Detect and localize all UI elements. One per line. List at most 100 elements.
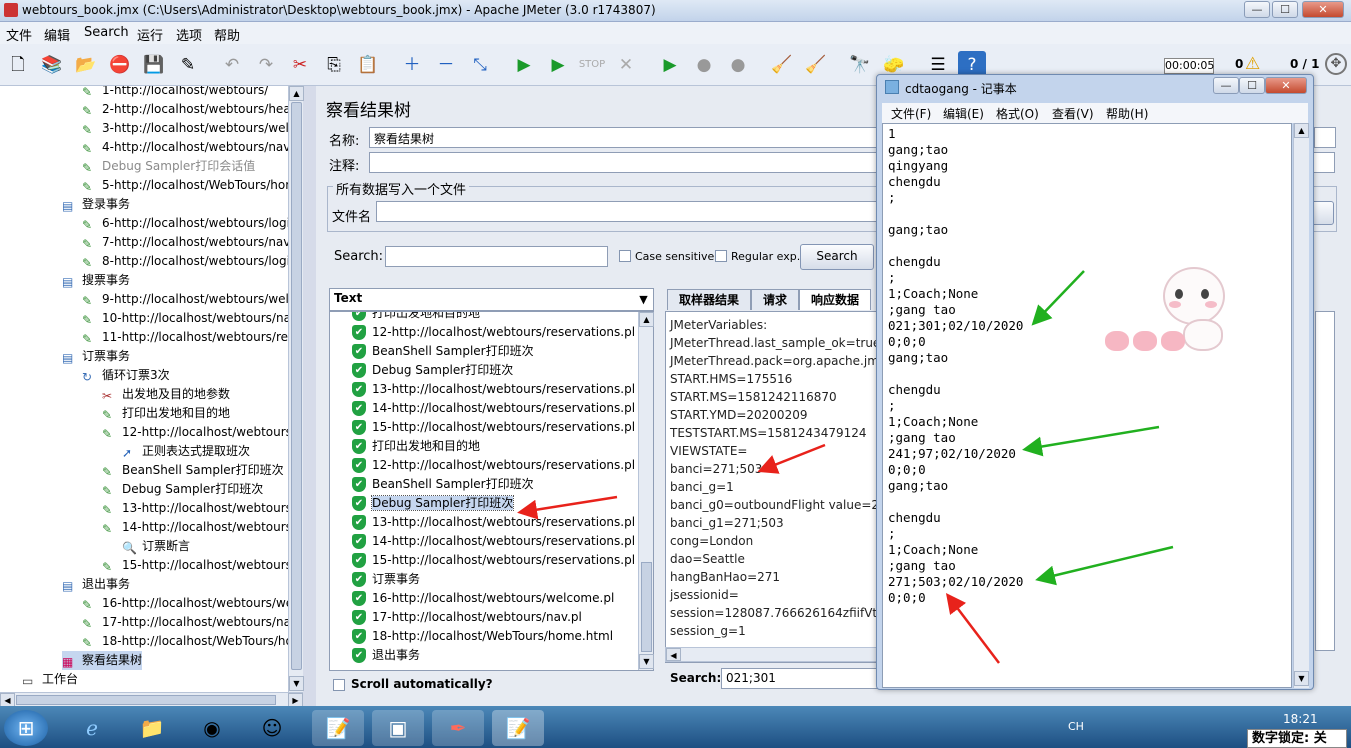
notepad-taskbar-icon[interactable]: 📝 xyxy=(312,710,364,746)
warning-icon[interactable]: ⚠ xyxy=(1245,54,1260,74)
tree-node[interactable]: ✎ 11-http://localhost/webtours/reser xyxy=(82,328,302,347)
cmd-taskbar-icon[interactable]: ▣ xyxy=(372,710,424,746)
menu-options[interactable]: 选项 xyxy=(176,25,202,44)
result-row[interactable]: ✔ Debug Sampler打印班次 xyxy=(352,361,513,380)
tree-node[interactable]: ✎ BeanShell Sampler打印班次 xyxy=(102,461,284,480)
renderer-select[interactable]: Text xyxy=(329,288,654,311)
tree-node[interactable]: ✎ 8-http://localhost/webtours/login.p xyxy=(82,252,302,271)
start-no-pause-icon[interactable]: ▶ xyxy=(544,51,572,79)
tree-scroll-thumb[interactable] xyxy=(291,102,302,670)
tree-node[interactable]: ✎ 2-http://localhost/webtours/header xyxy=(82,100,302,119)
tree-node[interactable]: ➚ 正则表达式提取班次 xyxy=(122,442,250,461)
menu-file[interactable]: 文件 xyxy=(6,25,32,44)
result-row[interactable]: ✔ 打印出发地和目的地 xyxy=(352,312,480,323)
result-row[interactable]: ✔ 打印出发地和目的地 xyxy=(352,437,480,456)
result-row[interactable]: ✔ 退出事务 xyxy=(352,646,420,665)
tree-node[interactable]: ▤ 退出事务 xyxy=(62,575,130,594)
case-sensitive-checkbox[interactable] xyxy=(619,250,631,262)
ie-taskbar-icon[interactable]: ℯ xyxy=(66,710,118,746)
tree-hscroll-thumb[interactable] xyxy=(16,695,276,705)
tree-node[interactable]: ▤ 订票事务 xyxy=(62,347,130,366)
tree-scrollbar[interactable]: ▲ ▼ xyxy=(288,86,304,692)
bottom-search-input[interactable]: 021;301 xyxy=(721,668,879,689)
result-row[interactable]: ✔ Debug Sampler打印班次 xyxy=(352,494,515,513)
close-file-icon[interactable]: ⛔ xyxy=(106,51,134,79)
tab-response-data[interactable]: 响应数据 xyxy=(799,289,871,310)
tree-node[interactable]: ✎ Debug Sampler打印会话值 xyxy=(82,157,255,176)
result-row[interactable]: ✔ 15-http://localhost/webtours/reservatio… xyxy=(352,418,635,437)
search-binoculars-icon[interactable]: 🔭 xyxy=(846,51,874,79)
search-button[interactable]: Search xyxy=(800,244,874,270)
stop-icon[interactable]: STOP xyxy=(578,51,606,79)
remote-icon[interactable]: ✥ xyxy=(1325,53,1347,75)
result-row[interactable]: ✔ 13-http://localhost/webtours/reservatio… xyxy=(352,380,635,399)
new-icon[interactable]: 🗋 xyxy=(4,51,32,79)
result-row[interactable]: ✔ 17-http://localhost/webtours/nav.pl xyxy=(352,608,582,627)
tree-node[interactable]: ✎ 17-http://localhost/webtours/nav.p xyxy=(82,613,302,632)
chrome-taskbar-icon[interactable]: ◉ xyxy=(186,710,238,746)
templates-icon[interactable]: 📚 xyxy=(38,51,66,79)
result-row[interactable]: ✔ 12-http://localhost/webtours/reservatio… xyxy=(352,323,635,342)
tree-node[interactable]: ✎ 1-http://localhost/webtours/ xyxy=(82,86,268,100)
open-icon[interactable]: 📂 xyxy=(72,51,100,79)
remote-start-icon[interactable]: ▶ xyxy=(656,51,684,79)
explorer-taskbar-icon[interactable]: 📁 xyxy=(126,710,178,746)
save-icon[interactable]: 💾 xyxy=(140,51,168,79)
tree-node[interactable]: ✎ 9-http://localhost/webtours/welcon xyxy=(82,290,302,309)
clear-icon[interactable]: 🧹 xyxy=(768,51,796,79)
language-indicator[interactable]: CH xyxy=(1068,720,1084,733)
redo-icon[interactable]: ↷ xyxy=(252,51,280,79)
clear-all-icon[interactable]: 🧹 xyxy=(802,51,830,79)
remote-shutdown-icon[interactable]: ● xyxy=(724,51,752,79)
collapse-icon[interactable]: － xyxy=(432,51,460,79)
result-row[interactable]: ✔ BeanShell Sampler打印班次 xyxy=(352,342,534,361)
remote-stop-icon[interactable]: ● xyxy=(690,51,718,79)
tree-node[interactable]: ▤ 搜票事务 xyxy=(62,271,130,290)
undo-icon[interactable]: ↶ xyxy=(218,51,246,79)
menu-help[interactable]: 帮助 xyxy=(214,25,240,44)
tree-node[interactable]: ↻ 循环订票3次 xyxy=(82,366,170,385)
tree-node[interactable]: ✎ Debug Sampler打印班次 xyxy=(102,480,263,499)
result-row[interactable]: ✔ 15-http://localhost/webtours/reservatio… xyxy=(352,551,635,570)
close-button[interactable]: ✕ xyxy=(1302,1,1344,18)
tree-hscrollbar[interactable]: ◀ ▶ xyxy=(0,692,303,707)
result-row[interactable]: ✔ 订票事务 xyxy=(352,570,420,589)
toggle-icon[interactable]: ⤡ xyxy=(466,51,494,79)
tree-node[interactable]: ✎ 15-http://localhost/webtours/re xyxy=(102,556,302,575)
tree-node[interactable]: ✎ 打印出发地和目的地 xyxy=(102,404,230,423)
chevron-down-icon[interactable]: ▼ xyxy=(635,290,652,309)
regex-checkbox[interactable] xyxy=(715,250,727,262)
result-row[interactable]: ✔ 16-http://localhost/webtours/welcome.pl xyxy=(352,589,614,608)
shutdown-icon[interactable]: ✕ xyxy=(612,51,640,79)
notepad2-taskbar-icon[interactable]: 📝 xyxy=(492,710,544,746)
menu-edit[interactable]: 编辑 xyxy=(44,25,70,44)
tree-node[interactable]: ✎ 3-http://localhost/webtours/welcom xyxy=(82,119,302,138)
tree-node[interactable]: ✎ 14-http://localhost/webtours/re xyxy=(102,518,302,537)
tree-node[interactable]: ▤ 登录事务 xyxy=(62,195,130,214)
response-hscrollbar[interactable]: ◀ xyxy=(665,647,880,662)
start-button[interactable]: ⊞ xyxy=(4,710,48,746)
tree-node[interactable]: ✎ 10-http://localhost/webtours/nav.p xyxy=(82,309,302,328)
jmeter-taskbar-icon[interactable]: ✒ xyxy=(432,710,484,746)
tree-node[interactable]: ▭ 工作台 xyxy=(22,670,78,689)
tree-node[interactable]: ✎ 13-http://localhost/webtours/re xyxy=(102,499,302,518)
result-row[interactable]: ✔ 14-http://localhost/webtours/reservatio… xyxy=(352,532,635,551)
expand-icon[interactable]: ＋ xyxy=(398,51,426,79)
tree-node[interactable]: ✎ 5-http://localhost/WebTours/home xyxy=(82,176,302,195)
paste-icon[interactable]: 📋 xyxy=(354,51,382,79)
result-row[interactable]: ✔ 18-http://localhost/WebTours/home.html xyxy=(352,627,613,646)
tree-node[interactable]: ✎ 7-http://localhost/webtours/nav.pl xyxy=(82,233,302,252)
filename-input[interactable] xyxy=(376,201,888,222)
copy-icon[interactable]: ⎘ xyxy=(320,51,348,79)
results-scroll-thumb[interactable] xyxy=(641,562,652,652)
save-as-icon[interactable]: ✎ xyxy=(174,51,202,79)
scroll-auto-checkbox[interactable] xyxy=(333,679,345,691)
tree-node[interactable]: ✎ 6-http://localhost/webtours/login.p xyxy=(82,214,302,233)
search-input[interactable] xyxy=(385,246,608,267)
menu-search[interactable]: Search xyxy=(84,25,129,40)
maximize-button[interactable]: ☐ xyxy=(1272,1,1298,18)
app-taskbar-icon[interactable]: ☺ xyxy=(246,710,298,746)
menu-run[interactable]: 运行 xyxy=(137,25,163,44)
tab-sampler-result[interactable]: 取样器结果 xyxy=(667,289,751,310)
start-icon[interactable]: ▶ xyxy=(510,51,538,79)
